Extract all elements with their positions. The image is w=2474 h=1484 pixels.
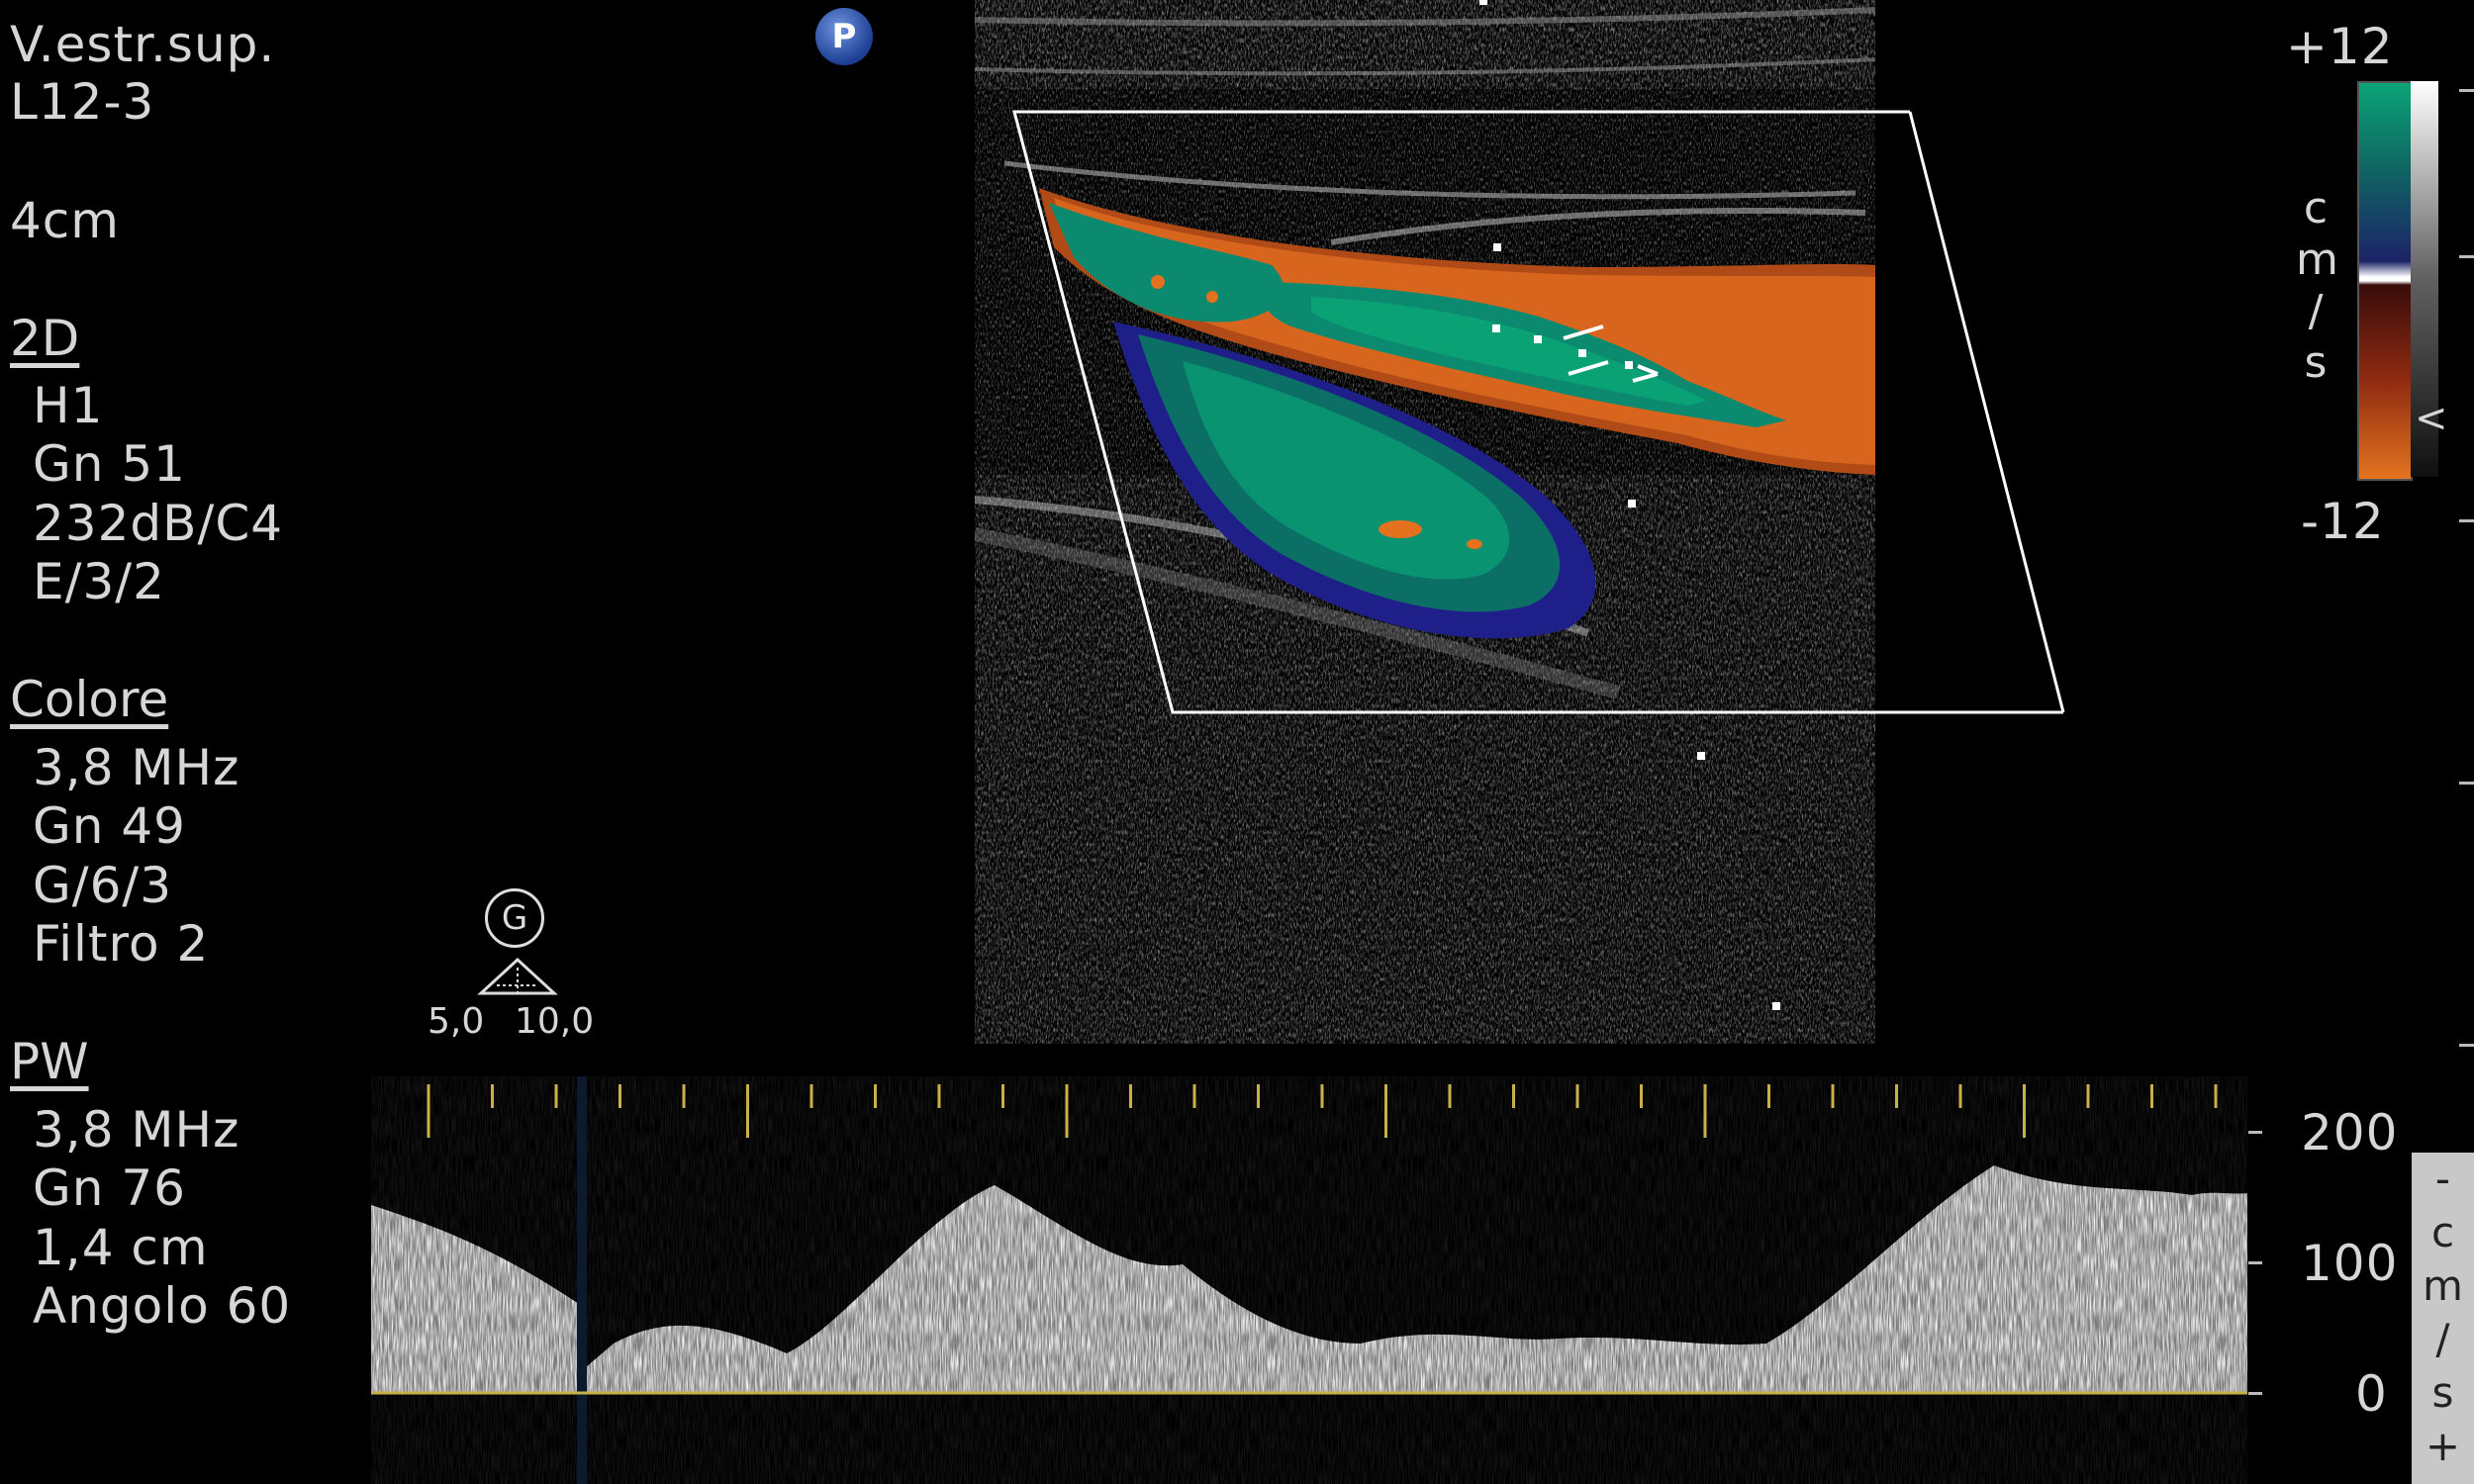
roi-box-edge[interactable]	[1841, 99, 2078, 722]
doppler-label-0: 0	[2355, 1365, 2388, 1423]
scale-tick	[2459, 782, 2474, 785]
mode-2d-item: E/3/2	[33, 553, 165, 610]
scale-tick	[2459, 1044, 2474, 1047]
doppler-tick	[2248, 1261, 2262, 1264]
focus-triangle-icon	[477, 957, 558, 995]
doppler-label-100: 100	[2301, 1235, 2399, 1292]
color-scale-min: -12	[2301, 493, 2385, 550]
color-scale-max: +12	[2286, 18, 2394, 75]
mode-color-title: Colore	[10, 671, 169, 728]
focus-left-value: 5,0	[428, 1001, 485, 1042]
depth-label: 4cm	[10, 192, 121, 249]
doppler-scale-bar[interactable]: - c m / s +	[2412, 1153, 2474, 1484]
mode-color-item: G/6/3	[33, 857, 173, 914]
ultrasound-image[interactable]	[975, 0, 1875, 1044]
scale-tick	[2459, 519, 2474, 522]
probe-label: L12-3	[10, 73, 155, 131]
doppler-tick	[2248, 1392, 2262, 1395]
doppler-tick	[2248, 1131, 2262, 1134]
mode-2d-item: 232dB/C4	[33, 495, 284, 552]
focus-right-value: 10,0	[515, 1001, 595, 1042]
mode-pw-item: Angolo 60	[33, 1277, 292, 1335]
baseline-arrow-icon[interactable]: <	[2415, 396, 2448, 441]
mode-pw-item: 3,8 MHz	[33, 1101, 240, 1159]
scale-tick	[2459, 255, 2474, 258]
doppler-unit: - c m / s +	[2423, 1155, 2463, 1470]
preset-label: V.estr.sup.	[10, 16, 276, 73]
mode-pw-item: Gn 76	[33, 1159, 186, 1217]
p-badge-icon[interactable]: P	[815, 8, 873, 65]
doppler-spectrum[interactable]	[371, 1076, 2247, 1484]
mode-2d-title: 2D	[10, 310, 80, 367]
mode-color-item: Filtro 2	[33, 915, 210, 973]
color-scale-unit: c m / s	[2296, 183, 2338, 388]
mode-color-item: 3,8 MHz	[33, 739, 240, 796]
mode-pw-title: PW	[10, 1033, 89, 1090]
mode-2d-item: Gn 51	[33, 435, 186, 493]
mode-2d-item: H1	[33, 377, 104, 434]
mode-color-item: Gn 49	[33, 797, 186, 855]
doppler-label-200: 200	[2301, 1104, 2399, 1161]
color-scale-bar[interactable]	[2357, 81, 2413, 481]
mode-pw-item: 1,4 cm	[33, 1219, 209, 1276]
scale-tick	[2459, 89, 2474, 92]
g-badge-icon: G	[485, 888, 544, 948]
